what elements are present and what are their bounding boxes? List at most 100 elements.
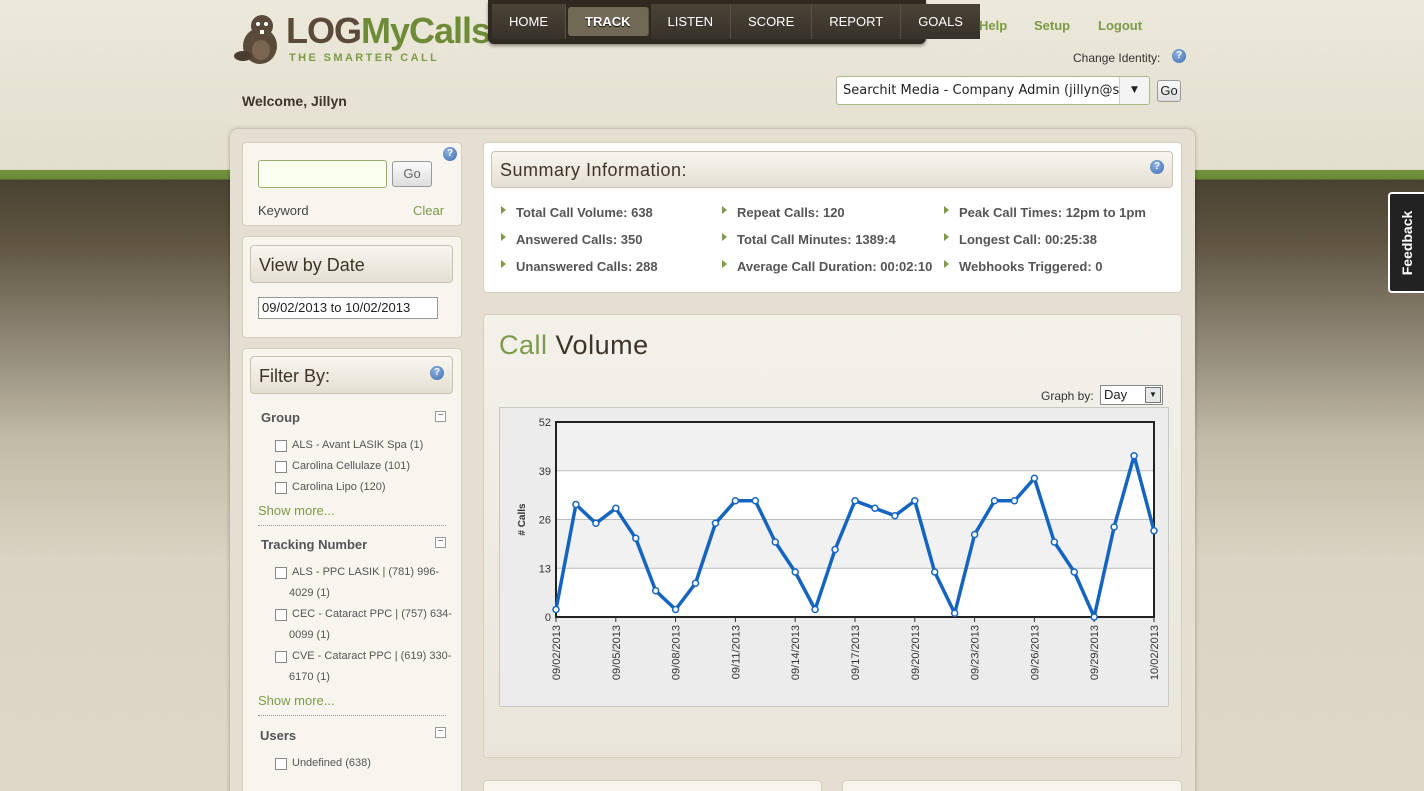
- help-icon[interactable]: ?: [430, 366, 444, 380]
- x-tick-label: 09/02/2013: [551, 625, 563, 680]
- collapse-icon[interactable]: −: [435, 411, 446, 422]
- call-volume-title: Call Volume: [499, 330, 649, 360]
- data-point: [1070, 568, 1079, 576]
- collapse-icon[interactable]: −: [435, 537, 446, 548]
- summary-item: Repeat Calls: 120: [737, 205, 845, 220]
- welcome-text: Welcome, Jillyn: [242, 93, 347, 109]
- summary-item: Peak Call Times: 12pm to 1pm: [959, 205, 1146, 220]
- y-tick-label: 52: [539, 417, 551, 429]
- y-tick-label: 13: [539, 563, 551, 575]
- data-point: [911, 497, 919, 505]
- data-point: [572, 500, 580, 509]
- summary-item: Total Call Volume: 638: [516, 205, 653, 220]
- keyword-label: Keyword: [258, 203, 309, 218]
- tracking-show-more-link[interactable]: Show more...: [258, 693, 335, 708]
- main-nav: HOME TRACK LISTEN SCORE REPORT GOALS: [488, 0, 980, 44]
- data-point: [1010, 497, 1019, 505]
- filter-panel-title: Filter By:: [250, 356, 453, 394]
- summary-item: Average Call Duration: 00:02:10: [737, 259, 933, 274]
- nav-score[interactable]: SCORE: [731, 4, 813, 39]
- nav-listen[interactable]: LISTEN: [650, 4, 732, 39]
- logout-link[interactable]: Logout: [1098, 18, 1142, 33]
- tracking-checkbox[interactable]: [275, 651, 287, 663]
- tracking-checkbox[interactable]: [275, 567, 287, 579]
- x-tick-label: 09/08/2013: [671, 625, 683, 680]
- beaver-mascot-icon: [234, 15, 277, 64]
- help-link[interactable]: Help: [979, 18, 1007, 33]
- data-point: [592, 519, 600, 527]
- tracking-option: ALS - PPC LASIK | (781) 996-: [292, 566, 440, 578]
- help-icon[interactable]: ?: [1172, 49, 1186, 63]
- setup-link[interactable]: Setup: [1034, 18, 1070, 33]
- nav-goals[interactable]: GOALS: [901, 4, 980, 39]
- x-tick-label: 09/23/2013: [970, 625, 982, 680]
- bullet-icon: [722, 260, 727, 268]
- summary-item: Longest Call: 00:25:38: [959, 232, 1097, 247]
- tracking-option: CVE - Cataract PPC | (619) 330-: [292, 650, 452, 662]
- tracking-option: CEC - Cataract PPC | (757) 634-: [292, 608, 452, 620]
- data-point: [1090, 613, 1098, 621]
- group-checkbox[interactable]: [275, 440, 287, 452]
- data-point: [1150, 527, 1158, 535]
- divider: [258, 525, 446, 526]
- grid-band: [556, 568, 1154, 617]
- call-volume-chart: 0 13 26 39 52 # Calls 09/02/2013 09/05/2013 09/0…: [499, 407, 1169, 707]
- grid-band: [556, 470, 1154, 520]
- group-option: Carolina Cellulaze (101): [292, 460, 411, 472]
- help-icon[interactable]: ?: [1150, 160, 1164, 174]
- collapse-icon[interactable]: −: [435, 727, 446, 738]
- identity-select[interactable]: Searchit Media - Company Admin (jillyn@s…: [836, 76, 1150, 105]
- tracking-checkbox[interactable]: [275, 609, 287, 621]
- x-tick-label: 09/20/2013: [910, 625, 922, 680]
- data-point: [851, 497, 859, 505]
- y-tick-label: 39: [539, 466, 551, 478]
- users-checkbox[interactable]: [275, 758, 287, 770]
- search-go-button[interactable]: Go: [392, 161, 432, 187]
- data-point: [970, 530, 979, 539]
- data-point: [771, 538, 780, 546]
- summary-item: Answered Calls: 350: [516, 232, 643, 247]
- keyword-input[interactable]: [258, 160, 387, 188]
- data-point: [791, 568, 799, 576]
- graph-by-select[interactable]: Day ▼: [1100, 385, 1163, 405]
- nav-home[interactable]: HOME: [492, 4, 566, 39]
- tracking-option-cont: 4029 (1): [289, 587, 330, 599]
- tagline: THE SMARTER CALL: [289, 52, 440, 64]
- data-point: [711, 519, 720, 527]
- data-point: [1050, 538, 1059, 546]
- x-tick-label: 09/14/2013: [790, 625, 802, 680]
- clear-link[interactable]: Clear: [413, 203, 444, 218]
- data-point: [691, 579, 700, 587]
- nav-track[interactable]: TRACK: [568, 7, 649, 36]
- x-tick-label: 09/26/2013: [1029, 625, 1041, 680]
- group-checkbox[interactable]: [275, 482, 287, 494]
- date-range-input[interactable]: 09/02/2013 to 10/02/2013: [258, 297, 438, 319]
- bullet-icon: [501, 206, 506, 214]
- feedback-tab[interactable]: Feedback: [1388, 192, 1424, 293]
- group-show-more-link[interactable]: Show more...: [258, 503, 335, 518]
- data-point: [871, 504, 879, 512]
- identity-go-button[interactable]: Go: [1157, 80, 1181, 102]
- date-panel-title: View by Date: [250, 245, 453, 283]
- tracking-option-cont: 6170 (1): [289, 671, 330, 683]
- x-tick-label: 09/11/2013: [730, 625, 742, 679]
- nav-report[interactable]: REPORT: [812, 4, 902, 39]
- data-point: [631, 534, 640, 542]
- data-point: [731, 497, 740, 505]
- group-option: Carolina Lipo (120): [292, 481, 386, 493]
- y-tick-label: 0: [545, 612, 551, 624]
- y-tick-label: 26: [539, 515, 551, 527]
- bullet-icon: [944, 260, 949, 268]
- graph-by-label: Graph by:: [1041, 389, 1094, 403]
- data-point: [811, 605, 819, 614]
- help-icon[interactable]: ?: [443, 147, 457, 161]
- data-point: [1130, 452, 1138, 460]
- group-checkbox[interactable]: [275, 461, 287, 473]
- change-identity-label: Change Identity:: [1073, 51, 1161, 65]
- data-point: [891, 512, 899, 520]
- data-point: [612, 504, 620, 512]
- logo-text: LOGMyCalls: [286, 10, 491, 51]
- data-point: [930, 568, 939, 576]
- y-axis-label: # Calls: [517, 503, 528, 536]
- divider: [258, 715, 446, 716]
